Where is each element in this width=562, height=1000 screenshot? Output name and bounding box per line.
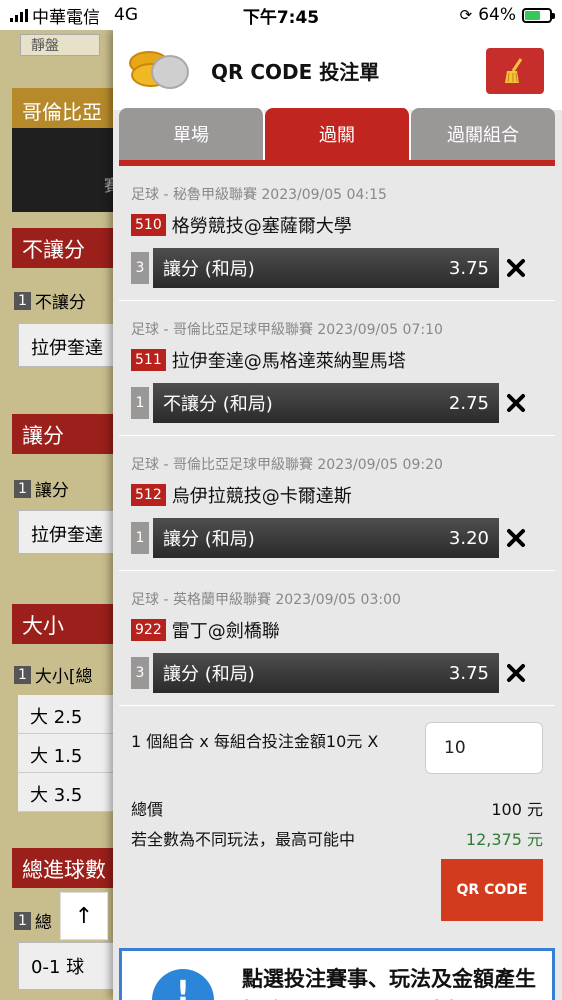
bg-match-banner: 賽	[12, 128, 122, 212]
remove-bet-button[interactable]	[501, 522, 531, 554]
amount-input[interactable]	[425, 722, 543, 774]
bet-meta: 足球 - 秘魯甲級聯賽 2023/09/05 04:15	[131, 187, 387, 203]
qr-code-button[interactable]: QR CODE	[441, 859, 543, 921]
info-text: 點選投注賽事、玩法及金額產生投注QR Code，可直接	[242, 967, 536, 1000]
bg-option[interactable]: 拉伊奎達	[18, 323, 118, 367]
bg-section-title: 讓分	[12, 414, 122, 454]
bet-meta: 足球 - 哥倫比亞足球甲級聯賽 2023/09/05 09:20	[131, 457, 443, 473]
bg-section-title: 總進球數	[12, 848, 122, 888]
bg-option[interactable]: 拉伊奎達	[18, 510, 118, 554]
match-code: 511	[131, 349, 166, 371]
pick-button[interactable]: 讓分 (和局) 3.75	[153, 248, 499, 288]
pick-label: 讓分 (和局)	[163, 664, 255, 685]
bet-type-tabs: 單場 過關 過關組合	[119, 108, 555, 160]
remove-bet-button[interactable]	[501, 387, 531, 419]
bg-option[interactable]: 大 3.5	[18, 773, 118, 812]
bg-section-sub: 1 讓分	[14, 476, 69, 501]
total-value: 100 元	[491, 800, 543, 819]
close-icon	[507, 259, 525, 277]
match-teams: 拉伊奎達@馬格達萊納聖馬塔	[171, 351, 406, 372]
bet-slip-panel: QR CODE 投注單 單場 過關 過關組合 足球 - 秘魯甲級聯賽 2023/…	[113, 30, 562, 1000]
close-icon	[507, 529, 525, 547]
total-label: 總價	[131, 800, 164, 819]
scroll-top-button[interactable]: ↑	[60, 892, 108, 940]
bg-section-sub: 1 大小[總	[14, 662, 93, 687]
bg-option[interactable]: 0-1 球	[18, 942, 118, 990]
signal-icon	[10, 8, 28, 22]
remove-bet-button[interactable]	[501, 252, 531, 284]
pick-odds: 3.75	[448, 257, 489, 279]
pick-count: 1	[131, 387, 149, 419]
pick-label: 不讓分 (和局)	[163, 394, 273, 415]
remove-bet-button[interactable]	[501, 657, 531, 689]
network-type: 4G	[114, 5, 138, 25]
clear-slip-button[interactable]	[486, 48, 544, 94]
max-win-value: 12,375 元	[465, 830, 543, 849]
orientation-lock-icon: ⟳	[459, 6, 473, 24]
carrier-name: 中華電信	[32, 7, 100, 28]
match-code: 922	[131, 619, 166, 641]
info-banner: ! 點選投注賽事、玩法及金額產生投注QR Code，可直接	[119, 948, 555, 1000]
slip-summary: 1 個組合 x 每組合投注金額10元 X 總價 100 元 若全數為不同玩法，最…	[119, 706, 555, 936]
pick-count: 3	[131, 252, 149, 284]
bg-section-sub: 1總	[14, 908, 52, 933]
panel-header: QR CODE 投注單	[113, 30, 562, 110]
match-code: 512	[131, 484, 166, 506]
close-icon	[507, 664, 525, 682]
tab-parlay-combo[interactable]: 過關組合	[411, 108, 555, 160]
info-icon: !	[152, 969, 214, 1000]
bet-item: 足球 - 英格蘭甲級聯賽 2023/09/05 03:00 922 雷丁@劍橋聯 …	[119, 571, 555, 706]
bet-item: 足球 - 秘魯甲級聯賽 2023/09/05 04:15 510 格勞競技@塞薩爾…	[119, 166, 555, 301]
pick-odds: 3.20	[448, 527, 489, 549]
bg-top-tab[interactable]: 靜盤	[20, 34, 100, 56]
match-teams: 雷丁@劍橋聯	[171, 621, 280, 642]
coins-icon	[129, 45, 193, 95]
bet-item: 足球 - 哥倫比亞足球甲級聯賽 2023/09/05 09:20 512 烏伊拉競…	[119, 436, 555, 571]
pick-odds: 2.75	[448, 392, 489, 414]
close-icon	[507, 394, 525, 412]
pick-odds: 3.75	[448, 662, 489, 684]
pick-button[interactable]: 不讓分 (和局) 2.75	[153, 383, 499, 423]
bg-section-sub: 1 不讓分	[14, 288, 86, 313]
bet-item: 足球 - 哥倫比亞足球甲級聯賽 2023/09/05 07:10 511 拉伊奎達…	[119, 301, 555, 436]
tab-parlay[interactable]: 過關	[265, 108, 411, 160]
battery-percent: 64%	[478, 5, 516, 25]
bet-meta: 足球 - 英格蘭甲級聯賽 2023/09/05 03:00	[131, 592, 401, 608]
pick-button[interactable]: 讓分 (和局) 3.20	[153, 518, 499, 558]
bet-meta: 足球 - 哥倫比亞足球甲級聯賽 2023/09/05 07:10	[131, 322, 443, 338]
bg-option[interactable]: 大 2.5	[18, 695, 118, 734]
broom-icon	[505, 58, 523, 83]
pick-label: 讓分 (和局)	[163, 529, 255, 550]
panel-title: QR CODE 投注單	[211, 59, 380, 84]
combo-text: 1 個組合 x 每組合投注金額10元 X	[131, 732, 379, 751]
bg-option-list: 大 2.5 大 1.5 大 3.5	[18, 695, 118, 812]
pick-button[interactable]: 讓分 (和局) 3.75	[153, 653, 499, 693]
match-teams: 格勞競技@塞薩爾大學	[171, 216, 352, 237]
clock: 下午7:45	[242, 7, 320, 28]
bg-section-title: 不讓分	[12, 228, 122, 268]
match-code: 510	[131, 214, 166, 236]
status-bar: 中華電信 4G 下午7:45 ⟳ 64%	[0, 0, 562, 30]
match-teams: 烏伊拉競技@卡爾達斯	[171, 486, 352, 507]
pick-label: 讓分 (和局)	[163, 259, 255, 280]
bg-league-header: 哥倫比亞	[12, 88, 122, 128]
tab-single[interactable]: 單場	[119, 108, 265, 160]
pick-count: 1	[131, 522, 149, 554]
bg-section-title: 大小	[12, 604, 122, 644]
bg-option[interactable]: 大 1.5	[18, 734, 118, 773]
bet-list: 足球 - 秘魯甲級聯賽 2023/09/05 04:15 510 格勞競技@塞薩爾…	[119, 166, 555, 706]
max-win-label: 若全數為不同玩法，最高可能中	[131, 830, 356, 849]
pick-count: 3	[131, 657, 149, 689]
battery-icon	[522, 7, 555, 23]
